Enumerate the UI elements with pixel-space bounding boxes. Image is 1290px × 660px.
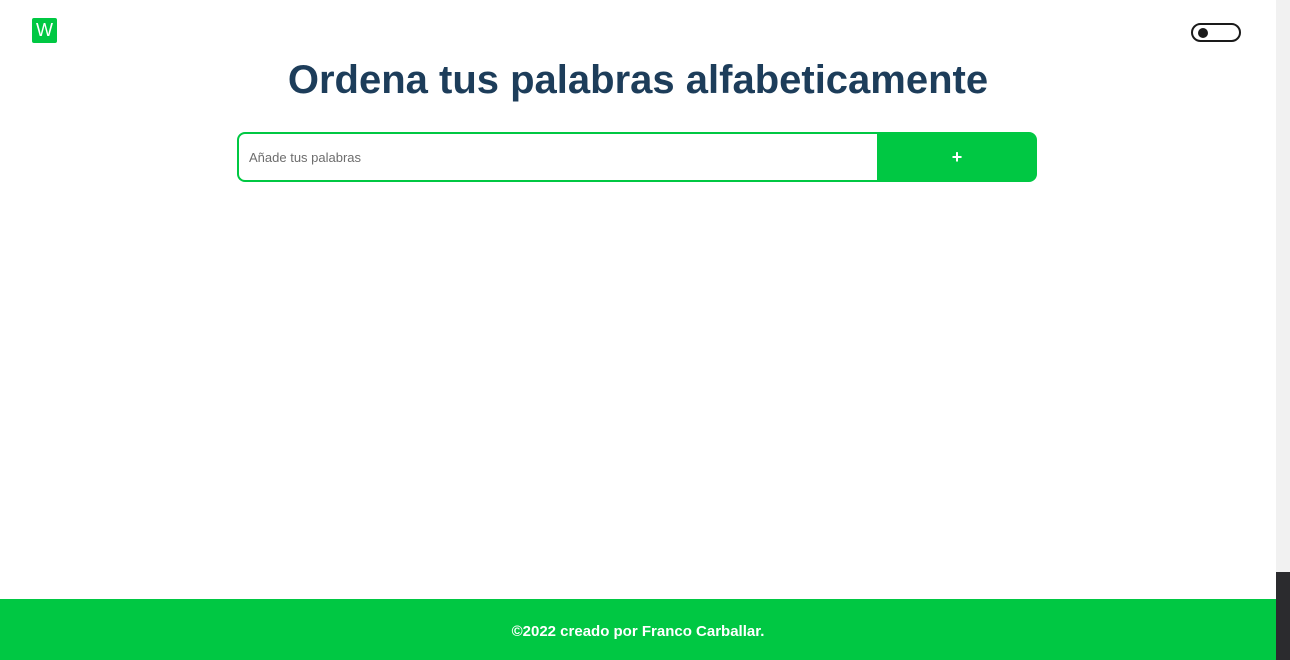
word-input[interactable] [237, 132, 877, 182]
add-word-form: + [237, 132, 1037, 182]
scrollbar-thumb[interactable] [1276, 0, 1290, 572]
footer: ©2022 creado por Franco Carballar. [0, 599, 1276, 660]
page: W Ordena tus palabras alfabeticamente + … [0, 0, 1276, 660]
theme-toggle[interactable] [1191, 23, 1241, 42]
page-title: Ordena tus palabras alfabeticamente [287, 58, 989, 102]
logo-icon: W [32, 18, 57, 43]
scrollbar-track[interactable] [1276, 0, 1290, 660]
logo-letter: W [36, 20, 53, 40]
add-word-button[interactable]: + [877, 132, 1037, 182]
toggle-knob-icon [1198, 28, 1208, 38]
footer-text: ©2022 creado por Franco Carballar. [511, 623, 765, 640]
